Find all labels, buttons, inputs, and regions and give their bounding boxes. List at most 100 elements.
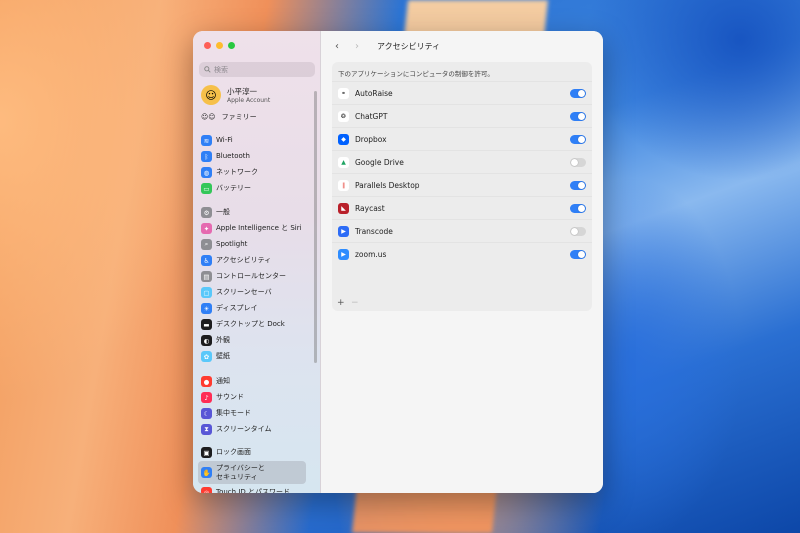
family-label: ファミリー [221, 113, 257, 121]
sidebar-item-bluetooth[interactable]: ᛒ Bluetooth [198, 149, 306, 164]
sidebar-item-globe[interactable]: ◍ ネットワーク [198, 165, 306, 180]
zoom-button[interactable] [228, 42, 235, 49]
sidebar-item-battery[interactable]: ▭ バッテリー [198, 181, 306, 196]
app-access-toggle[interactable] [570, 158, 586, 167]
sidebar-item-wifi[interactable]: ≋ Wi-Fi [198, 133, 306, 148]
app-row: ❂ ChatGPT [332, 104, 592, 128]
remove-app-button[interactable]: − [351, 298, 361, 308]
account-subtitle: Apple Account [227, 97, 271, 104]
sidebar-item-screensaver[interactable]: ▢ スクリーンセーバ [198, 285, 306, 300]
bluetooth-icon: ᛒ [201, 151, 212, 162]
toolbar: ‹ › アクセシビリティ [321, 31, 603, 61]
chatgpt-icon: ❂ [338, 111, 349, 122]
wifi-icon: ≋ [201, 135, 212, 146]
apple-account[interactable]: ☺ 小平淳一 Apple Account [201, 85, 270, 105]
sidebar-item-label: 外観 [216, 336, 230, 344]
app-row: ▶ Transcode [332, 219, 592, 243]
sidebar-item-screen-time[interactable]: ⧗ スクリーンタイム [198, 422, 306, 437]
sidebar-item-label: Touch ID とパスワード [216, 488, 290, 493]
app-row: ◆ Dropbox [332, 127, 592, 151]
toggle-knob [578, 136, 585, 143]
gear-icon: ⚙ [201, 207, 212, 218]
battery-icon: ▭ [201, 183, 212, 194]
app-access-toggle[interactable] [570, 89, 586, 98]
dock-icon: ▬ [201, 319, 212, 330]
sidebar-item-label: デスクトップと Dock [216, 320, 285, 328]
search-field[interactable]: 検索 [199, 62, 315, 77]
app-name: AutoRaise [355, 89, 393, 98]
app-name: Raycast [355, 204, 385, 213]
sidebar-item-siri[interactable]: ✦ Apple Intelligence と Siri [198, 221, 306, 236]
app-access-toggle[interactable] [570, 250, 586, 259]
sidebar-item-label: 壁紙 [216, 352, 230, 360]
accessibility-apps-panel: 下のアプリケーションにコンピュータの制御を許可。 + − ⚭ AutoRaise ❂… [332, 62, 592, 311]
app-row: ∥ Parallels Desktop [332, 173, 592, 197]
google-drive-icon: ▲ [338, 157, 349, 168]
sidebar-item-label: サウンド [216, 393, 244, 401]
accessibility-icon: ♿ [201, 255, 212, 266]
sidebar-scrollbar[interactable] [314, 91, 317, 363]
main-content: ‹ › アクセシビリティ 下のアプリケーションにコンピュータの制御を許可。 + … [321, 31, 603, 493]
sidebar-item-label: ロック画面 [216, 448, 251, 456]
close-button[interactable] [204, 42, 211, 49]
window-controls [204, 42, 235, 49]
sidebar-item-privacy-hand[interactable]: ✋ プライバシーと セキュリティ [198, 461, 306, 484]
toggle-knob [571, 228, 578, 235]
sidebar-item-notifications[interactable]: ● 通知 [198, 374, 306, 389]
privacy-hand-icon: ✋ [201, 467, 212, 478]
search-icon [204, 66, 211, 73]
panel-footer: + − [332, 295, 592, 311]
sidebar-item-label: 集中モード [216, 409, 251, 417]
sidebar: 検索 ☺ 小平淳一 Apple Account ☺☺ ファミリー ≋ Wi-Fi ᛒ… [193, 31, 321, 493]
sidebar-item-label: バッテリー [216, 184, 251, 192]
sidebar-item-focus[interactable]: ☾ 集中モード [198, 406, 306, 421]
sidebar-item-label: ディスプレイ [216, 304, 258, 312]
sidebar-item-display[interactable]: ☀ ディスプレイ [198, 301, 306, 316]
sidebar-item-label: Bluetooth [216, 152, 250, 160]
sidebar-item-wallpaper[interactable]: ✿ 壁紙 [198, 349, 306, 364]
search-input[interactable]: 検索 [214, 65, 228, 75]
spotlight-icon: ⌕ [201, 239, 212, 250]
chevron-right-icon[interactable]: › [351, 40, 363, 52]
sidebar-item-accessibility[interactable]: ♿ アクセシビリティ [198, 253, 306, 268]
sidebar-item-label: Spotlight [216, 240, 248, 248]
app-access-toggle[interactable] [570, 135, 586, 144]
sidebar-item-sound[interactable]: ♪ サウンド [198, 390, 306, 405]
wallpaper-icon: ✿ [201, 351, 212, 362]
sidebar-item-touchid[interactable]: ◎ Touch ID とパスワード [198, 485, 306, 493]
minimize-button[interactable] [216, 42, 223, 49]
app-access-toggle[interactable] [570, 181, 586, 190]
toggle-knob [578, 113, 585, 120]
sidebar-item-control-center[interactable]: ▤ コントロールセンター [198, 269, 306, 284]
siri-icon: ✦ [201, 223, 212, 234]
sidebar-item-label: Apple Intelligence と Siri [216, 224, 302, 232]
sidebar-item-label: プライバシーと セキュリティ [216, 463, 265, 481]
raycast-icon: ◣ [338, 203, 349, 214]
globe-icon: ◍ [201, 167, 212, 178]
sidebar-item-dock[interactable]: ▬ デスクトップと Dock [198, 317, 306, 332]
add-app-button[interactable]: + [337, 298, 347, 308]
chevron-left-icon[interactable]: ‹ [331, 40, 343, 52]
sidebar-item-appearance[interactable]: ◐ 外観 [198, 333, 306, 348]
page-title: アクセシビリティ [377, 41, 441, 51]
screensaver-icon: ▢ [201, 287, 212, 298]
app-name: Dropbox [355, 135, 387, 144]
sidebar-item-lock-screen[interactable]: ▣ ロック画面 [198, 445, 306, 460]
zoom-icon: ▶ [338, 249, 349, 260]
control-center-icon: ▤ [201, 271, 212, 282]
sidebar-item-label: Wi-Fi [216, 136, 233, 144]
family-item[interactable]: ☺☺ ファミリー [201, 112, 257, 122]
sidebar-item-label: 通知 [216, 377, 230, 385]
app-name: zoom.us [355, 250, 387, 259]
app-row: ▶ zoom.us [332, 242, 592, 266]
app-access-toggle[interactable] [570, 112, 586, 121]
family-avatars-icon: ☺☺ [201, 113, 216, 121]
display-icon: ☀ [201, 303, 212, 314]
app-name: Transcode [355, 227, 393, 236]
app-access-toggle[interactable] [570, 227, 586, 236]
dropbox-icon: ◆ [338, 134, 349, 145]
app-access-toggle[interactable] [570, 204, 586, 213]
sidebar-item-spotlight[interactable]: ⌕ Spotlight [198, 237, 306, 252]
app-row: ◣ Raycast [332, 196, 592, 220]
sidebar-item-gear[interactable]: ⚙ 一般 [198, 205, 306, 220]
